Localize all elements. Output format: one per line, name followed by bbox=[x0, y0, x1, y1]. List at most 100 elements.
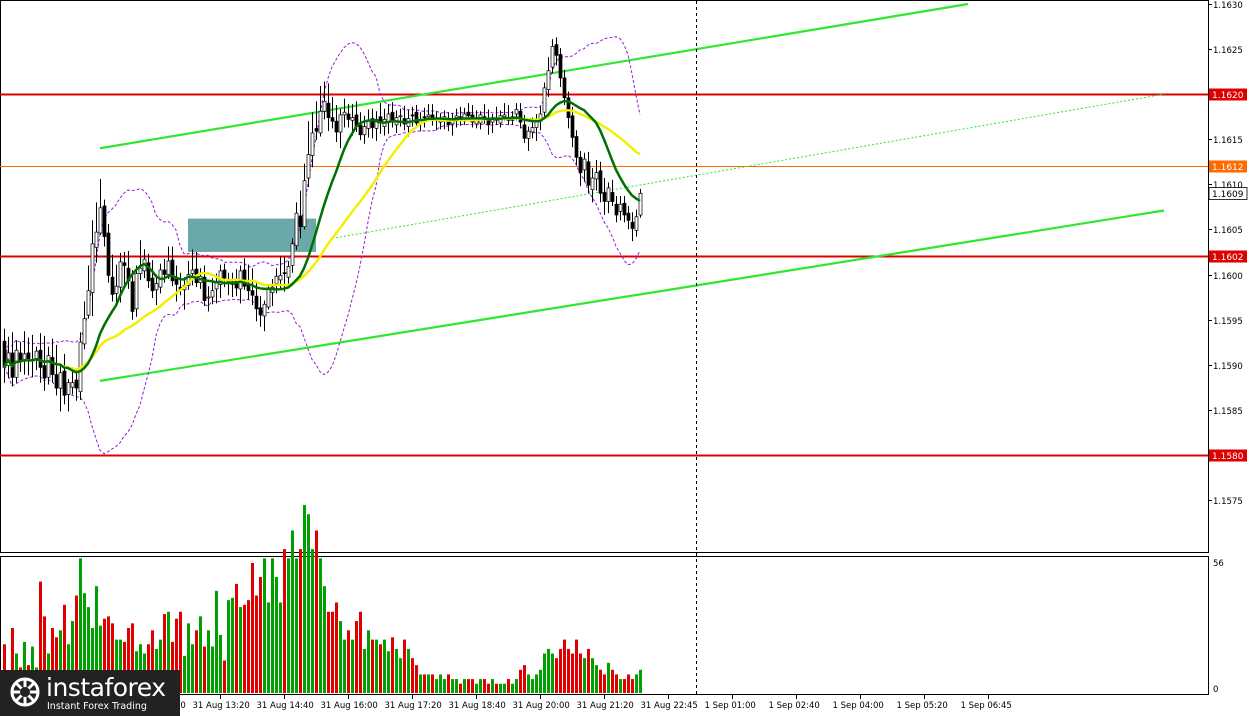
volume-bar bbox=[355, 621, 358, 693]
volume-bar bbox=[391, 637, 394, 693]
volume-bar bbox=[319, 558, 322, 693]
candle-body bbox=[50, 357, 55, 375]
candle bbox=[598, 161, 603, 203]
volume-bar bbox=[527, 674, 530, 693]
volume-bar bbox=[215, 590, 218, 693]
volume-bar bbox=[367, 630, 370, 693]
volume-max-label: 56 bbox=[1213, 559, 1224, 569]
candle bbox=[562, 69, 567, 105]
volume-bar bbox=[487, 683, 490, 693]
candle bbox=[150, 260, 155, 298]
candle-body bbox=[366, 120, 371, 129]
volume-bar bbox=[435, 679, 438, 693]
price-tick-label: 1.1615 bbox=[1213, 136, 1243, 146]
volume-bar bbox=[479, 679, 482, 693]
candle bbox=[230, 272, 235, 298]
candle-body bbox=[542, 87, 547, 113]
candle bbox=[574, 130, 579, 166]
volume-bar bbox=[491, 679, 494, 693]
candle bbox=[390, 102, 395, 128]
candle bbox=[614, 196, 619, 223]
candle-body bbox=[602, 192, 607, 202]
volume-bar bbox=[615, 674, 618, 693]
candle bbox=[458, 106, 463, 126]
candle-body bbox=[46, 355, 51, 378]
volume-bar bbox=[471, 679, 474, 693]
volume-bar bbox=[199, 616, 202, 693]
candle bbox=[518, 103, 523, 129]
candle bbox=[330, 96, 335, 129]
candle-body bbox=[286, 266, 291, 278]
candle bbox=[74, 369, 79, 401]
candle bbox=[374, 111, 379, 142]
candle-body bbox=[86, 290, 91, 316]
price-tick-label: 1.1605 bbox=[1213, 226, 1243, 236]
volume-bar bbox=[299, 549, 302, 693]
volume-bar bbox=[611, 669, 614, 693]
candle-body bbox=[398, 115, 403, 118]
candle bbox=[290, 238, 295, 273]
volume-bar bbox=[499, 683, 502, 693]
volume-bar bbox=[583, 658, 586, 693]
volume-bar bbox=[463, 679, 466, 693]
volume-bar bbox=[543, 653, 546, 693]
candle-body bbox=[306, 154, 311, 179]
candle bbox=[258, 296, 263, 327]
candle-body bbox=[338, 114, 343, 133]
candle-body bbox=[590, 177, 595, 191]
candle-body bbox=[66, 382, 71, 395]
candle bbox=[542, 82, 547, 119]
candle-body bbox=[138, 267, 143, 274]
volume-bar bbox=[431, 674, 434, 693]
candle bbox=[526, 126, 531, 151]
candle-body bbox=[622, 202, 627, 216]
candle bbox=[98, 178, 103, 235]
candle-body bbox=[626, 212, 631, 221]
volume-bar bbox=[203, 646, 206, 693]
volume-bar bbox=[239, 607, 242, 693]
candle-body bbox=[290, 243, 295, 266]
volume-bar bbox=[403, 639, 406, 693]
candle bbox=[506, 104, 511, 125]
candle bbox=[102, 199, 107, 247]
volume-bar bbox=[375, 639, 378, 693]
candle-body bbox=[102, 205, 107, 237]
volume-bar bbox=[307, 514, 310, 693]
candle-body bbox=[514, 109, 519, 115]
volume-bar bbox=[339, 621, 342, 693]
candle-body bbox=[274, 275, 279, 284]
candle-body bbox=[222, 269, 227, 279]
level-tag-label-1.1602: 1.1602 bbox=[1212, 253, 1244, 263]
candle-body bbox=[210, 290, 215, 298]
candle-body bbox=[342, 111, 347, 116]
logo-tagline: Instant Forex Trading bbox=[47, 701, 147, 712]
volume-bar bbox=[255, 595, 258, 693]
candle-body bbox=[94, 231, 99, 248]
candle-body bbox=[130, 281, 135, 312]
volume-bar bbox=[455, 679, 458, 693]
candle-body bbox=[206, 296, 211, 299]
candle-body bbox=[90, 243, 95, 293]
volume-bar bbox=[483, 679, 486, 693]
volume-bar bbox=[599, 669, 602, 693]
volume-bar bbox=[303, 504, 306, 693]
candle-body bbox=[190, 269, 195, 274]
volume-bar bbox=[415, 665, 418, 693]
candle bbox=[546, 57, 551, 97]
candle bbox=[570, 106, 575, 148]
candle-body bbox=[258, 307, 263, 316]
candle bbox=[634, 209, 639, 237]
candle-body bbox=[546, 70, 551, 91]
volume-bar bbox=[223, 660, 226, 693]
price-tick-label: 1.1600 bbox=[1213, 272, 1243, 282]
volume-bar bbox=[467, 679, 470, 693]
candle bbox=[386, 104, 391, 134]
volume-bar bbox=[591, 658, 594, 693]
candle-body bbox=[630, 221, 635, 229]
volume-bar bbox=[359, 611, 362, 693]
candle bbox=[494, 106, 499, 125]
candle-body bbox=[422, 116, 427, 119]
candle bbox=[622, 196, 627, 223]
volume-bar bbox=[619, 679, 622, 693]
candle bbox=[42, 335, 47, 391]
